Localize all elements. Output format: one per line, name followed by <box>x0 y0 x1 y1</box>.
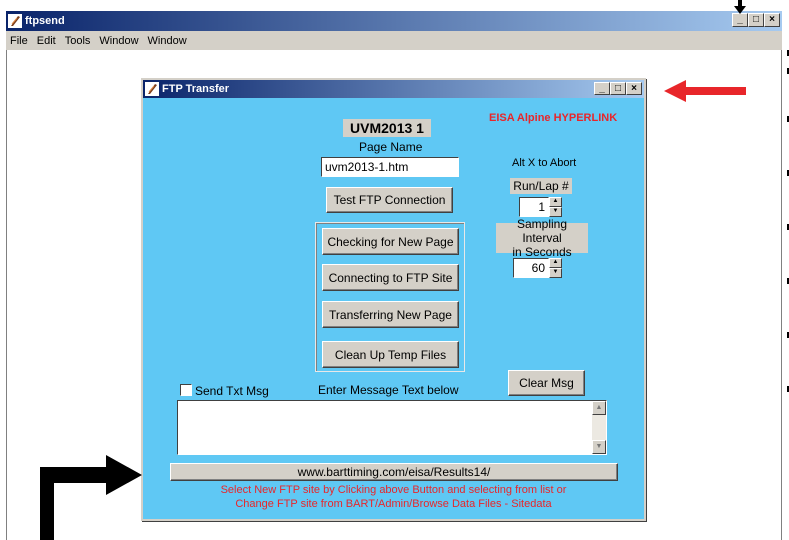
sampling-interval-value[interactable]: 60 <box>513 258 549 278</box>
dialog-title: FTP Transfer <box>162 83 230 95</box>
hyperlink-label[interactable]: EISA Alpine HYPERLINK <box>489 112 617 124</box>
sampling-up-arrow-icon[interactable]: ▲ <box>549 258 562 268</box>
step-clean-up-temp-files[interactable]: Clean Up Temp Files <box>322 341 459 368</box>
dialog-maximize-button[interactable]: □ <box>610 82 626 95</box>
menu-window[interactable]: Window <box>99 35 138 47</box>
feather-dialog-icon <box>145 82 159 96</box>
sampling-down-arrow-icon[interactable]: ▼ <box>549 268 562 278</box>
app-close-button[interactable]: × <box>764 13 780 27</box>
message-label: Enter Message Text below <box>318 383 459 397</box>
app-minimize-button[interactable]: _ <box>732 13 748 27</box>
app-maximize-button[interactable]: □ <box>748 13 764 27</box>
menu-edit[interactable]: Edit <box>37 35 56 47</box>
run-lap-label: Run/Lap # <box>510 178 572 194</box>
page-name-label: Page Name <box>359 140 423 154</box>
footer-line-2: Change FTP site from BART/Admin/Browse D… <box>235 498 552 510</box>
run-lap-down-arrow-icon[interactable]: ▼ <box>549 207 562 217</box>
feather-app-icon <box>8 14 22 28</box>
sampling-label-line2: in Seconds <box>512 245 572 259</box>
down-arrow-icon <box>734 0 746 14</box>
run-lap-value[interactable]: 1 <box>519 197 549 217</box>
dialog-minimize-button[interactable]: _ <box>594 82 610 95</box>
elbow-arrow-icon <box>40 455 142 540</box>
clear-msg-button[interactable]: Clear Msg <box>508 370 585 396</box>
app-title: ftpsend <box>25 15 65 27</box>
send-txt-msg-label: Send Txt Msg <box>195 384 269 398</box>
page-name-input[interactable]: uvm2013-1.htm <box>321 157 459 177</box>
sampling-interval-label: Sampling Interval in Seconds <box>496 217 588 259</box>
sampling-label-line1: Sampling Interval <box>516 217 568 245</box>
ftp-site-button[interactable]: www.barttiming.com/eisa/Results14/ <box>170 463 618 481</box>
abort-hint: Alt X to Abort <box>512 157 577 169</box>
menu-window-2[interactable]: Window <box>148 35 187 47</box>
run-lap-up-arrow-icon[interactable]: ▲ <box>549 197 562 207</box>
message-textarea[interactable]: ▲ ▼ <box>177 400 607 455</box>
step-connecting-ftp-site[interactable]: Connecting to FTP Site <box>322 264 459 291</box>
message-scrollbar[interactable]: ▲ ▼ <box>592 401 606 454</box>
run-lap-stepper[interactable]: 1 ▲ ▼ <box>519 197 562 217</box>
footer-line-1: Select New FTP site by Clicking above Bu… <box>220 484 567 496</box>
red-arrow-icon <box>664 80 746 102</box>
scroll-up-arrow-icon[interactable]: ▲ <box>592 401 606 415</box>
dialog-close-button[interactable]: × <box>626 82 642 95</box>
ftp-transfer-dialog: FTP Transfer _ □ × EISA Alpine HYPERLINK… <box>141 78 646 521</box>
page-title: UVM2013 1 <box>343 119 431 137</box>
step-transferring-new-page[interactable]: Transferring New Page <box>322 301 459 328</box>
app-menubar: File Edit Tools Window Window <box>6 31 782 50</box>
step-checking-new-page[interactable]: Checking for New Page <box>322 228 459 255</box>
sampling-interval-stepper[interactable]: 60 ▲ ▼ <box>513 258 562 278</box>
scroll-down-arrow-icon[interactable]: ▼ <box>592 440 606 454</box>
test-ftp-connection-button[interactable]: Test FTP Connection <box>326 187 453 213</box>
send-txt-msg-checkbox[interactable] <box>180 384 192 396</box>
menu-file[interactable]: File <box>10 35 28 47</box>
menu-tools[interactable]: Tools <box>65 35 91 47</box>
dialog-titlebar: FTP Transfer _ □ × <box>143 80 644 98</box>
app-titlebar: ftpsend _ □ × <box>6 11 782 31</box>
